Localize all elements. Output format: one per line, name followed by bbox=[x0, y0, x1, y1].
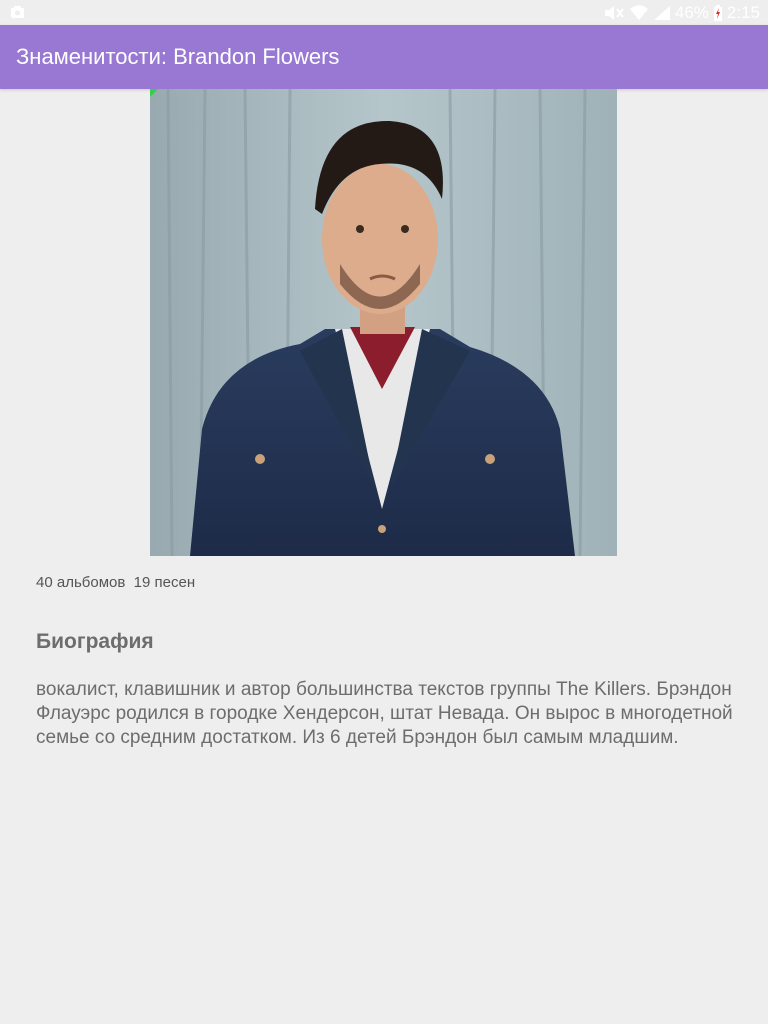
wifi-icon bbox=[629, 4, 648, 20]
mute-icon bbox=[604, 5, 624, 20]
battery-icon bbox=[713, 4, 722, 21]
app-bar: Знаменитости: Brandon Flowers bbox=[0, 25, 768, 89]
status-icons: 46% 2:15 bbox=[603, 0, 760, 25]
biography-text: вокалист, клавишник и автор большинства … bbox=[36, 679, 733, 748]
signal-icon bbox=[653, 5, 670, 20]
status-bar: 46% 2:15 bbox=[0, 0, 768, 25]
battery-percent: 46% bbox=[674, 3, 709, 22]
clock: 2:15 bbox=[726, 3, 760, 22]
counts-label: 40 альбомов 19 песен bbox=[36, 574, 196, 591]
notification-icon bbox=[11, 6, 24, 18]
person-photo bbox=[150, 89, 617, 556]
biography-heading: Биография bbox=[36, 630, 154, 653]
page-title: Знаменитости: Brandon Flowers bbox=[16, 44, 340, 69]
